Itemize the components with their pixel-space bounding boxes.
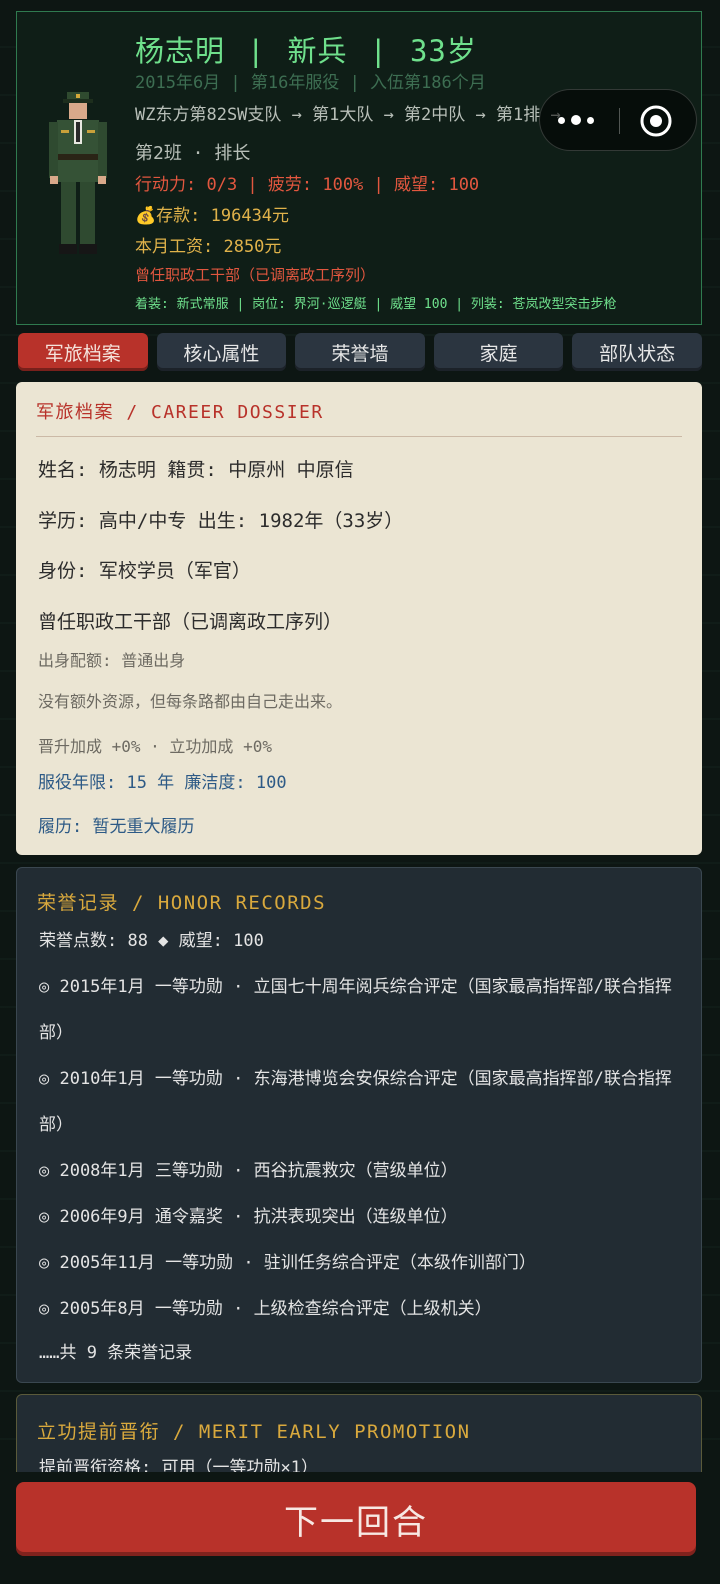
status-stats: 行动力: 0/3 | 疲劳: 100% | 威望: 100: [135, 175, 480, 195]
mini-program-capsule: [539, 89, 697, 151]
honor-item: ◎ 2015年1月 一等功勋 · 立国七十周年阅兵综合评定（国家最高指挥部/联合…: [39, 977, 672, 1043]
service-years-line: 服役年限: 15 年 廉洁度: 100: [38, 773, 287, 793]
record-line: 履历: 暂无重大履历: [38, 817, 195, 837]
service-line: 2015年6月 | 第16年服役 | 入伍第186个月: [135, 73, 486, 93]
tab-bar: 军旅档案 核心属性 荣誉墙 家庭 部队状态: [18, 333, 702, 373]
honor-title: 荣誉记录 / HONOR RECORDS: [37, 892, 327, 914]
former-post-line: 曾任职政工干部（已调离政工序列）: [38, 611, 343, 633]
dossier-title: 军旅档案 / CAREER DOSSIER: [36, 402, 324, 423]
capsule-divider: [619, 108, 620, 134]
career-dossier-card: 军旅档案 / CAREER DOSSIER 姓名: 杨志明 籍贯: 中原州 中原…: [16, 382, 702, 855]
monthly-salary: 本月工资: 2850元: [135, 237, 282, 257]
more-dots-icon[interactable]: [558, 110, 602, 130]
character-age: 33岁: [409, 34, 477, 68]
savings: 💰存款: 196434元: [135, 206, 290, 226]
tab-family[interactable]: 家庭: [433, 333, 564, 371]
title-separator: |: [247, 34, 266, 68]
education-birth-line: 学历: 高中/中专 出生: 1982年（33岁）: [38, 510, 404, 532]
tab-honor-wall[interactable]: 荣誉墙: [295, 333, 425, 371]
bonus-line: 晋升加成 +0% · 立功加成 +0%: [38, 737, 272, 756]
honor-item: ◎ 2010年1月 一等功勋 · 东海港博览会安保综合评定（国家最高指挥部/联合…: [39, 1069, 672, 1135]
honor-item: ◎ 2005年8月 一等功勋 · 上级检查综合评定（上级机关）: [39, 1299, 492, 1319]
title-separator: |: [369, 34, 388, 68]
tab-core-attributes[interactable]: 核心属性: [156, 333, 287, 371]
tab-unit-status[interactable]: 部队状态: [572, 333, 702, 371]
squad-role: 第2班 · 排长: [135, 143, 251, 164]
honor-records-card: 荣誉记录 / HONOR RECORDS 荣誉点数: 88 ◆ 威望: 100 …: [16, 867, 702, 1383]
character-name: 杨志明: [135, 34, 226, 68]
background-quota: 出身配额: 普通出身: [38, 651, 186, 670]
character-header: 杨志明 | 新兵 | 33岁 2015年6月 | 第16年服役 | 入伍第186个月 W…: [16, 11, 702, 325]
name-origin-line: 姓名: 杨志明 籍贯: 中原州 中原信: [38, 459, 354, 481]
honor-item: ◎ 2006年9月 通令嘉奖 · 抗洪表现突出（连级单位）: [39, 1207, 458, 1227]
tab-career-dossier[interactable]: 军旅档案: [18, 333, 148, 371]
dossier-divider: [36, 436, 682, 437]
character-rank: 新兵: [287, 34, 348, 68]
target-icon[interactable]: [639, 104, 673, 138]
honor-item: ◎ 2008年1月 三等功勋 · 西谷抗震救灾（营级单位）: [39, 1161, 458, 1181]
character-title: 杨志明 | 新兵 | 33岁: [135, 28, 477, 70]
soldier-avatar: [49, 92, 107, 254]
honor-item: ◎ 2005年11月 一等功勋 · 驻训任务综合评定（本级作训部门）: [39, 1253, 536, 1273]
former-post: 曾任职政工干部（已调离政工序列）: [135, 266, 376, 284]
unit-path: WZ东方第82SW支队 → 第1大队 → 第2中队 → 第1排 →: [135, 105, 561, 125]
honor-summary: 荣誉点数: 88 ◆ 威望: 100: [39, 931, 264, 951]
honor-more: ……共 9 条荣誉记录: [39, 1343, 193, 1363]
identity-line: 身份: 军校学员（军官）: [38, 560, 251, 582]
motto-line: 没有额外资源，但每条路都由自己走出来。: [38, 692, 343, 711]
merit-title: 立功提前晋衔 / MERIT EARLY PROMOTION: [37, 1421, 471, 1443]
honor-list: ◎ 2015年1月 一等功勋 · 立国七十周年阅兵综合评定（国家最高指挥部/联合…: [39, 964, 689, 1332]
next-turn-button[interactable]: 下一回合: [16, 1482, 696, 1556]
equipment-line: 着装: 新式常服 | 岗位: 界河·巡逻艇 | 威望 100 | 列装: 苍岚改…: [135, 297, 617, 312]
